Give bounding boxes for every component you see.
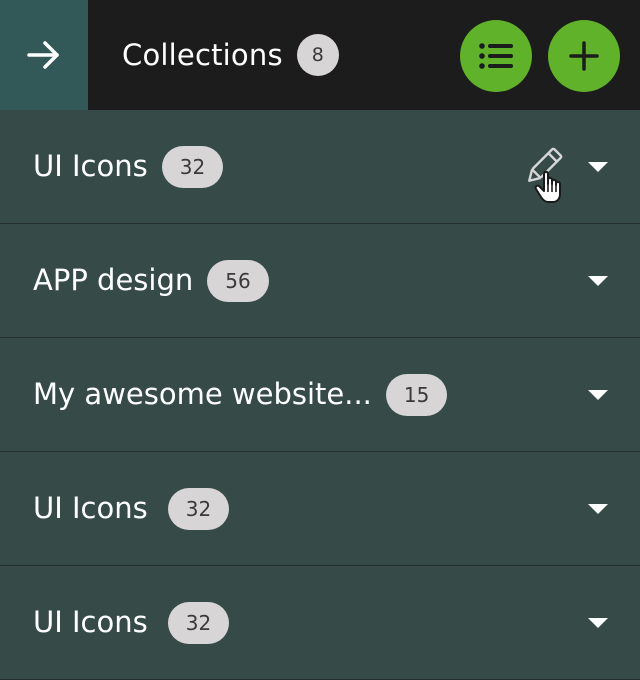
plus-icon: [569, 41, 599, 71]
collection-row[interactable]: UI Icons 32: [0, 452, 640, 566]
chevron-down-icon[interactable]: [588, 389, 608, 400]
collections-count-badge: 8: [296, 34, 339, 76]
collection-row[interactable]: APP design 56: [0, 224, 640, 338]
back-button[interactable]: [0, 0, 88, 110]
chevron-down-icon[interactable]: [588, 617, 608, 628]
collection-count-badge: 32: [161, 145, 224, 188]
collection-row[interactable]: My awesome website... 15: [0, 338, 640, 452]
chevron-down-icon[interactable]: [588, 275, 608, 286]
app-header: Collections 8: [0, 0, 640, 110]
chevron-down-icon[interactable]: [588, 503, 608, 514]
collection-count-badge: 56: [207, 259, 269, 302]
pencil-icon[interactable]: [520, 144, 576, 204]
arrow-right-icon: [27, 41, 59, 69]
list-icon: [479, 43, 513, 69]
collection-name: My awesome website...: [33, 377, 372, 411]
list-view-button[interactable]: [460, 20, 532, 92]
collection-name: UI Icons: [33, 605, 148, 639]
collection-count-badge: 32: [167, 601, 230, 644]
collection-name: UI Icons: [33, 491, 148, 525]
collection-name: APP design: [33, 263, 194, 297]
collections-list: UI Icons 32 APP design 56 My awesome web…: [0, 110, 640, 680]
chevron-down-icon[interactable]: [588, 161, 608, 172]
collection-count-badge: 15: [385, 373, 448, 416]
collection-row[interactable]: UI Icons 32: [0, 110, 640, 224]
collection-count-badge: 32: [167, 487, 230, 530]
collection-name: UI Icons: [33, 149, 148, 183]
page-title: Collections: [122, 37, 283, 72]
collection-row[interactable]: UI Icons 32: [0, 566, 640, 680]
header-title-group: Collections 8: [122, 0, 339, 110]
add-collection-button[interactable]: [548, 20, 620, 92]
